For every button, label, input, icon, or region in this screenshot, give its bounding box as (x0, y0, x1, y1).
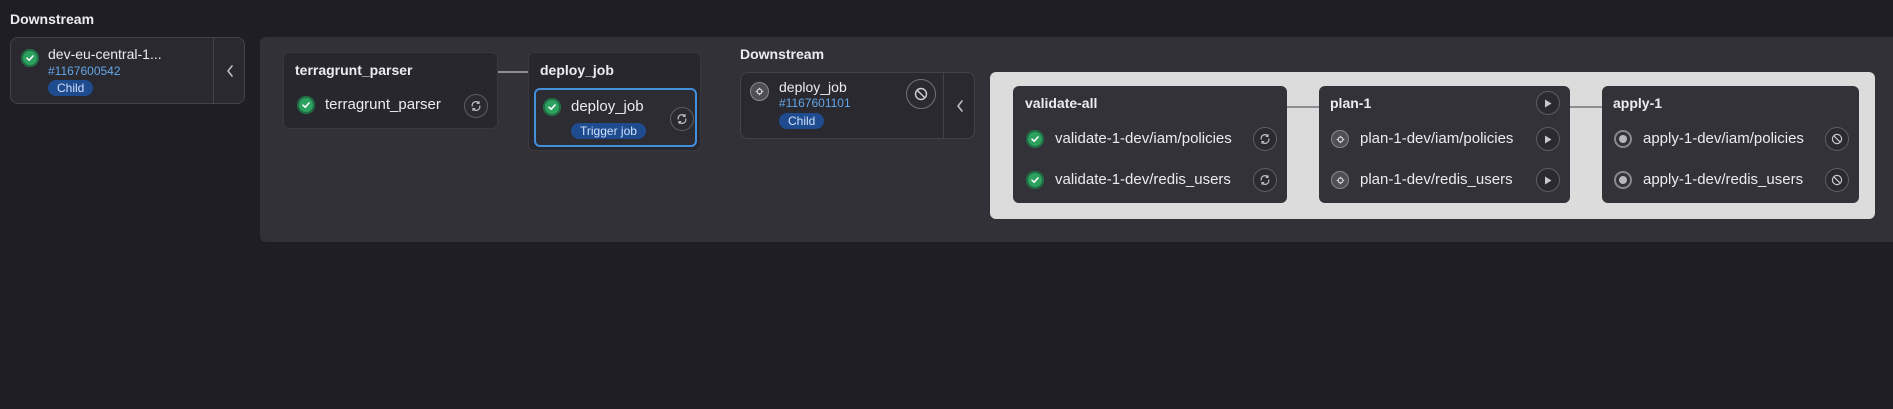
job-deploy-job-card[interactable]: deploy_job Trigger job (534, 88, 697, 147)
retry-icon[interactable] (1253, 127, 1277, 151)
stage-connector (1570, 106, 1602, 108)
job-plan-redis-users[interactable]: plan-1-dev/redis_users (1360, 171, 1513, 188)
check-circle-icon (21, 49, 39, 67)
created-icon (1614, 171, 1632, 189)
retry-icon[interactable] (670, 107, 694, 131)
check-circle-icon (1026, 130, 1044, 148)
cancel-icon[interactable] (906, 79, 936, 109)
check-circle-icon (297, 96, 315, 114)
downstream-title: Downstream (10, 11, 95, 27)
skipped-icon (750, 82, 769, 101)
job-plan-iam-policies[interactable]: plan-1-dev/iam/policies (1360, 130, 1513, 147)
stage-title: plan-1 (1330, 95, 1372, 111)
stage-title: validate-all (1025, 95, 1098, 111)
job-deploy-job[interactable]: deploy_job (571, 98, 644, 115)
stage-title: apply-1 (1613, 95, 1663, 111)
downstream-pipeline-card[interactable]: dev-eu-central-1... #1167600542 Child (10, 37, 245, 104)
job-terragrunt-parser[interactable]: terragrunt_parser (325, 96, 441, 113)
cancel-icon[interactable] (1825, 168, 1849, 192)
stage-apply-1: apply-1 apply-1-dev/iam/policies apply-1… (1602, 86, 1859, 203)
stage-title: deploy_job (540, 62, 614, 78)
retry-icon[interactable] (464, 94, 488, 118)
chevron-left-icon[interactable] (214, 38, 245, 103)
created-icon (1614, 130, 1632, 148)
child-badge: Child (48, 80, 94, 96)
inner-downstream-id[interactable]: #1167601101 (779, 96, 851, 110)
stage-plan-1: plan-1 plan-1-dev/iam/policies plan-1-de… (1319, 86, 1570, 203)
skipped-icon (1331, 130, 1349, 148)
child-badge: Child (779, 113, 825, 129)
inner-downstream-title: Downstream (740, 46, 825, 62)
skipped-icon (1331, 171, 1349, 189)
stage-title: terragrunt_parser (295, 62, 413, 78)
job-apply-redis-users[interactable]: apply-1-dev/redis_users (1643, 171, 1803, 188)
play-icon[interactable] (1536, 127, 1560, 151)
job-apply-iam-policies[interactable]: apply-1-dev/iam/policies (1643, 130, 1804, 147)
downstream-pipeline-id[interactable]: #1167600542 (48, 64, 121, 78)
inner-downstream-name[interactable]: deploy_job (779, 79, 847, 95)
play-icon[interactable] (1536, 91, 1560, 115)
stage-connector (1287, 106, 1319, 108)
job-validate-iam-policies[interactable]: validate-1-dev/iam/policies (1055, 130, 1232, 147)
downstream-pipeline-name[interactable]: dev-eu-central-1... (48, 46, 162, 62)
check-circle-icon (1026, 171, 1044, 189)
cancel-icon[interactable] (1825, 127, 1849, 151)
job-validate-redis-users[interactable]: validate-1-dev/redis_users (1055, 171, 1231, 188)
play-icon[interactable] (1536, 168, 1560, 192)
check-circle-icon (543, 98, 561, 116)
trigger-job-badge: Trigger job (571, 123, 646, 139)
chevron-left-icon[interactable] (944, 73, 975, 138)
stage-terragrunt-parser: terragrunt_parser terragrunt_parser (283, 52, 498, 129)
retry-icon[interactable] (1253, 168, 1277, 192)
stage-connector (498, 71, 528, 73)
stage-validate-all: validate-all validate-1-dev/iam/policies… (1013, 86, 1287, 203)
inner-downstream-card[interactable]: deploy_job #1167601101 Child (740, 72, 975, 139)
